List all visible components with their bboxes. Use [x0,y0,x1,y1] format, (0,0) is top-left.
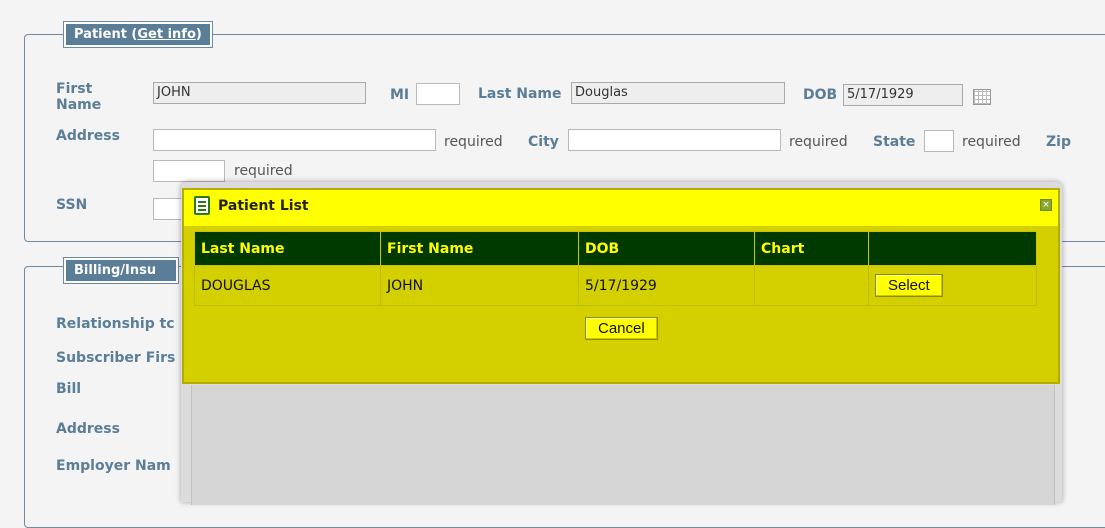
table-row: DOUGLAS JOHN 5/17/1929 Select [194,265,1037,306]
state-required: required [962,134,1021,150]
patient-legend-text: Patient ( [74,27,138,42]
select-button[interactable]: Select [875,274,943,297]
dob-label: DOB [803,87,838,103]
first-name-label-line2: Name [56,97,102,113]
dob-field[interactable]: 5/17/1929 [843,84,963,106]
billing-address-label: Address [56,421,120,437]
mi-field[interactable] [416,83,460,105]
billing-legend: Billing/Insu [64,258,179,283]
patient-list-dialog: Patient List × Last Name First Name DOB … [182,188,1060,384]
table-header-row: Last Name First Name DOB Chart [194,231,1037,266]
col-action [868,231,1037,266]
patient-list-table: Last Name First Name DOB Chart DOUGLAS J… [194,231,1037,306]
relationship-label: Relationship tc [56,316,175,332]
dialog-titlebar[interactable]: Patient List × [184,190,1058,226]
last-name-field[interactable]: Douglas [571,82,785,104]
list-document-icon [194,196,210,215]
cancel-button[interactable]: Cancel [585,317,658,340]
city-required: required [789,134,848,150]
address-label: Address [56,128,120,144]
cell-action: Select [868,265,1037,306]
first-name-field[interactable]: JOHN [153,82,366,104]
ssn-label: SSN [56,197,88,213]
col-chart: Chart [754,231,869,266]
last-name-label: Last Name [478,86,562,102]
close-icon[interactable]: × [1040,199,1052,211]
subscriber-first-label: Subscriber Firs [56,350,176,366]
city-label: City [528,134,559,150]
patient-legend-end: ) [195,27,202,42]
col-first-name: First Name [380,231,579,266]
address-required: required [444,134,503,150]
zip-required: required [234,163,293,179]
cell-chart [754,265,869,306]
state-label: State [873,134,916,150]
state-field[interactable] [924,130,954,152]
dialog-title: Patient List [218,198,309,214]
get-info-link[interactable]: Get info [137,27,196,42]
city-field[interactable] [568,129,781,151]
calendar-icon[interactable] [973,89,991,105]
col-last-name: Last Name [194,231,381,266]
first-name-label-line1: First [56,81,93,97]
cell-first-name: JOHN [380,265,579,306]
first-name-label: First Name [56,81,101,113]
employer-name-label: Employer Nam [56,458,171,474]
cell-dob: 5/17/1929 [578,265,755,306]
zip-field[interactable] [153,160,225,182]
cell-last-name: DOUGLAS [194,265,381,306]
address-field[interactable] [153,129,436,151]
col-dob: DOB [578,231,755,266]
dialog-body-empty [191,385,1055,505]
mi-label: MI [390,87,410,103]
zip-label: Zip [1046,134,1071,150]
patient-legend: Patient (Get info) [64,22,212,47]
bill-label: Bill [56,381,82,397]
